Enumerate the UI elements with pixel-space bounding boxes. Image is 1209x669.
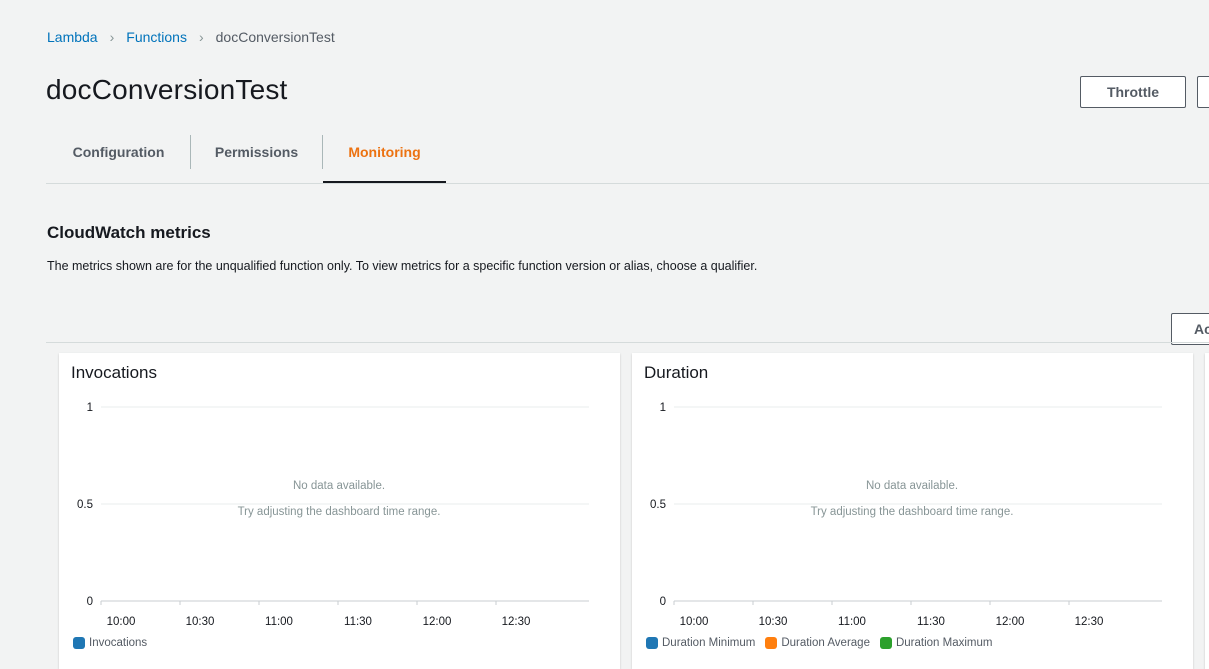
y-tick-label: 1 <box>660 402 666 414</box>
chart-legend: Invocations <box>73 637 147 649</box>
no-data-hint: Try adjusting the dashboard time range. <box>811 506 1014 518</box>
legend-item[interactable]: Duration Minimum <box>646 637 755 649</box>
chart-card-partial <box>1205 353 1209 669</box>
add-to-dashboard-button[interactable]: Ac <box>1171 313 1209 345</box>
chart-duration: 0 0.5 1 10:00 10:30 11:00 11:30 12:00 12:30 No da… <box>650 402 1162 628</box>
tab-bar: Configuration Permissions Monitoring <box>46 130 1209 184</box>
no-data-message: No data available. <box>293 480 385 492</box>
y-tick-label: 0 <box>660 596 666 608</box>
legend-label: Duration Maximum <box>895 637 993 649</box>
chevron-right-icon: › <box>198 29 204 45</box>
legend-label: Duration Minimum <box>662 637 756 649</box>
throttle-button[interactable]: Throttle <box>1080 76 1186 108</box>
legend-swatch <box>765 637 778 649</box>
page-title: docConversionTest <box>46 74 288 105</box>
breadcrumb-link-lambda[interactable]: Lambda <box>47 29 98 45</box>
x-tick-label: 11:00 <box>265 616 293 628</box>
legend-swatch <box>646 637 658 649</box>
x-tick-label: 10:30 <box>186 616 215 628</box>
section-description: The metrics shown are for the unqualifie… <box>47 259 758 273</box>
breadcrumb-link-functions[interactable]: Functions <box>126 29 187 45</box>
chart-legend: Duration Minimum Duration Average Durati… <box>646 637 992 649</box>
chevron-right-icon: › <box>109 29 115 45</box>
legend-swatch <box>73 637 85 649</box>
x-tick-label: 11:30 <box>344 616 372 628</box>
chart-card-duration: Duration 0 0.5 1 10:00 10:30 11:00 11:30 12:00 1… <box>632 353 1193 669</box>
legend-item[interactable]: Invocations <box>73 637 147 649</box>
no-data-message: No data available. <box>866 480 958 492</box>
x-tick-label: 12:30 <box>502 616 531 628</box>
y-tick-label: 1 <box>87 402 93 414</box>
x-tick-label: 11:00 <box>838 616 866 628</box>
section-title: CloudWatch metrics <box>47 223 211 242</box>
breadcrumb-current: docConversionTest <box>215 29 335 45</box>
chart-invocations: 0 0.5 1 10:00 10:30 11:00 11:30 12:00 12:30 No da… <box>77 402 589 628</box>
x-tick-label: 12:30 <box>1075 616 1104 628</box>
tab-configuration[interactable]: Configuration <box>46 130 191 182</box>
breadcrumb: Lambda › Functions › docConversionTest <box>47 29 335 45</box>
x-tick-label: 11:30 <box>917 616 945 628</box>
x-tick-label: 12:00 <box>996 616 1025 628</box>
legend-swatch <box>879 637 892 649</box>
no-data-hint: Try adjusting the dashboard time range. <box>238 506 441 518</box>
x-tick-label: 12:00 <box>423 616 452 628</box>
x-tick-label: 10:30 <box>759 616 788 628</box>
section-divider <box>46 342 1209 343</box>
chart-card-invocations: Invocations 0 0.5 1 10:00 10:30 11:00 11:30 12:… <box>59 353 620 669</box>
y-tick-label: 0.5 <box>77 499 93 511</box>
legend-label: Invocations <box>89 637 148 649</box>
legend-item[interactable]: Duration Maximum <box>879 637 993 649</box>
y-tick-label: 0 <box>87 596 93 608</box>
x-tick-label: 10:00 <box>680 616 709 628</box>
header-action-button[interactable] <box>1197 76 1209 108</box>
x-tick-label: 10:00 <box>107 616 136 628</box>
legend-label: Duration Average <box>781 637 870 649</box>
tab-monitoring[interactable]: Monitoring <box>323 130 446 183</box>
legend-item[interactable]: Duration Average <box>765 637 870 649</box>
tab-permissions[interactable]: Permissions <box>191 130 322 182</box>
y-tick-label: 0.5 <box>650 499 666 511</box>
